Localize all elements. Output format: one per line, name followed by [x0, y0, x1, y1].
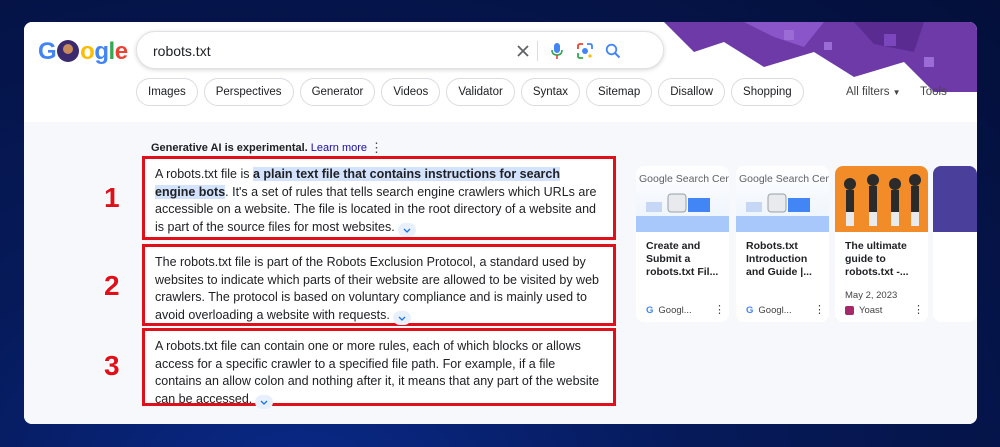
- search-divider: [537, 41, 538, 61]
- logo-letter: o: [80, 38, 95, 65]
- google-g-icon: G: [646, 305, 654, 316]
- ai-paragraph-1: A robots.txt file is a plain text file t…: [142, 156, 616, 240]
- source-title[interactable]: Robots.txt Introduction and Guide |...: [746, 240, 826, 279]
- more-options-icon[interactable]: ⋮: [913, 303, 924, 316]
- annotation-number: 2: [104, 270, 120, 301]
- annotation-number: 1: [104, 182, 120, 213]
- logo-letter: G: [38, 38, 57, 65]
- yoast-icon: [845, 306, 854, 315]
- source-site: G Googl...: [746, 305, 792, 316]
- all-filters-label: All filters: [846, 86, 890, 98]
- source-title[interactable]: Create and Submit a robots.txt Fil...: [646, 240, 726, 279]
- filter-chips: Images Perspectives Generator Videos Val…: [136, 78, 804, 106]
- tools-button[interactable]: Tools: [920, 86, 947, 98]
- search-box[interactable]: robots.txt: [136, 31, 664, 69]
- paragraph-text: A robots.txt file can contain one or mor…: [155, 339, 600, 406]
- ai-experimental-note: Generative AI is experimental. Learn mor…: [151, 142, 367, 154]
- chip-disallow[interactable]: Disallow: [658, 78, 726, 106]
- logo-letter: g: [94, 38, 109, 65]
- google-logo[interactable]: Gogle: [38, 38, 128, 66]
- chevron-down-icon[interactable]: [392, 311, 411, 325]
- source-thumbnail: Google Search Centr: [636, 166, 729, 232]
- ai-experimental-text: Generative AI is experimental.: [151, 142, 308, 154]
- source-card-partial[interactable]: [933, 166, 977, 322]
- chip-validator[interactable]: Validator: [446, 78, 515, 106]
- source-site-name: Googl...: [658, 305, 692, 316]
- source-card[interactable]: The ultimate guide to robots.txt -... Ma…: [835, 166, 928, 322]
- more-options-icon[interactable]: ⋮: [814, 303, 825, 316]
- source-thumbnail: Google Search Centr: [736, 166, 829, 232]
- paragraph-text: A robots.txt file is: [155, 167, 253, 181]
- annotation-number: 3: [104, 350, 120, 381]
- source-card[interactable]: Google Search Centr Create and Submit a …: [636, 166, 729, 322]
- source-title[interactable]: The ultimate guide to robots.txt -...: [845, 240, 925, 279]
- source-card[interactable]: Google Search Centr Robots.txt Introduct…: [736, 166, 829, 322]
- clear-icon[interactable]: [513, 41, 533, 61]
- thumbnail-title: Google Search Centr: [639, 173, 729, 185]
- source-site-name: Yoast: [859, 305, 883, 316]
- all-filters-button[interactable]: All filters ▼: [846, 86, 901, 98]
- chip-videos[interactable]: Videos: [381, 78, 441, 106]
- source-thumbnail: [933, 166, 977, 232]
- search-icon[interactable]: [603, 41, 623, 61]
- chip-images[interactable]: Images: [136, 78, 198, 106]
- header: Gogle robots.txt Images Perspectives Gen…: [24, 22, 977, 122]
- source-date: May 2, 2023: [845, 290, 898, 301]
- logo-avatar: [57, 40, 80, 62]
- source-site: Yoast: [845, 305, 882, 316]
- more-options-icon[interactable]: ⋮: [714, 303, 725, 316]
- logo-letter: e: [114, 38, 128, 65]
- thumbnail-title: Google Search Centr: [739, 173, 829, 185]
- caret-down-icon: ▼: [892, 88, 901, 97]
- source-site-name: Googl...: [758, 305, 792, 316]
- lens-icon[interactable]: [575, 41, 595, 61]
- ai-paragraph-3: A robots.txt file can contain one or mor…: [142, 328, 616, 409]
- chip-sitemap[interactable]: Sitemap: [586, 78, 653, 106]
- chevron-down-icon[interactable]: [255, 395, 274, 409]
- microphone-icon[interactable]: [547, 41, 567, 61]
- search-input[interactable]: robots.txt: [153, 43, 211, 59]
- chevron-down-icon[interactable]: [397, 223, 416, 237]
- learn-more-link[interactable]: Learn more: [311, 142, 367, 154]
- chip-perspectives[interactable]: Perspectives: [203, 78, 294, 106]
- chip-generator[interactable]: Generator: [299, 78, 376, 106]
- chip-shopping[interactable]: Shopping: [731, 78, 804, 106]
- source-thumbnail: [835, 166, 928, 232]
- ai-paragraph-2: The robots.txt file is part of the Robot…: [142, 244, 616, 326]
- source-site: G Googl...: [646, 305, 692, 316]
- more-options-icon[interactable]: ⋮: [370, 140, 383, 156]
- google-g-icon: G: [746, 305, 754, 316]
- search-results-window: Gogle robots.txt Images Perspectives Gen…: [24, 22, 977, 424]
- chip-syntax[interactable]: Syntax: [520, 78, 581, 106]
- paragraph-text: The robots.txt file is part of the Robot…: [155, 255, 599, 322]
